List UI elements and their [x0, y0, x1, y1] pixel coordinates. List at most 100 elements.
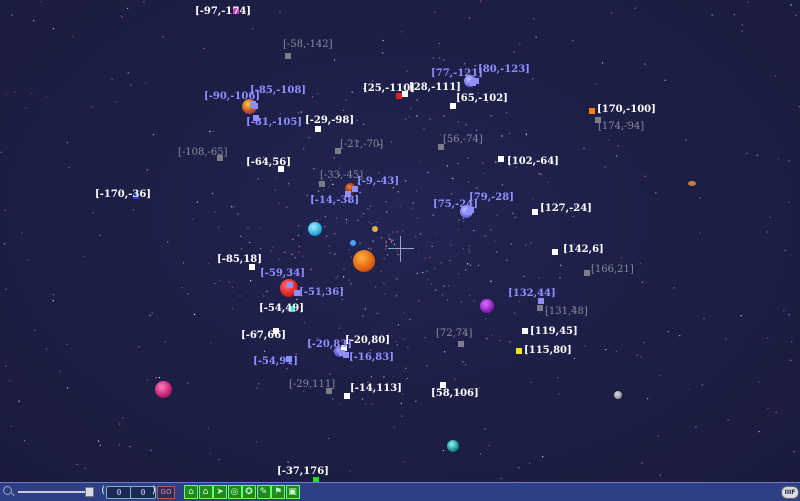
edit-tool-button[interactable]: ✎ [257, 485, 271, 499]
star-tool-button[interactable]: ✪ [242, 485, 256, 499]
options-button[interactable]: IIIF [781, 486, 799, 499]
zoom-slider-handle[interactable] [85, 487, 94, 497]
neutral-system-marker[interactable] [537, 305, 543, 311]
star-dot [385, 242, 386, 243]
planet-small-blue[interactable] [350, 240, 356, 246]
star-dot [536, 37, 537, 38]
planet-magenta[interactable] [155, 381, 172, 398]
star-dot [747, 1, 748, 2]
own-system-label[interactable]: [119,45] [530, 326, 578, 337]
ally-system-label[interactable]: [-9,-43] [357, 176, 399, 187]
own-system-label[interactable]: [142,6] [563, 244, 604, 255]
own-system-marker[interactable] [402, 91, 408, 97]
own-system-label[interactable]: [-85,18] [217, 254, 262, 265]
neutral-system-label[interactable]: [-33,-45] [320, 170, 363, 181]
star-dot [484, 173, 485, 174]
ally-system-marker[interactable] [468, 207, 474, 213]
ally-system-label[interactable]: [-59,34] [260, 268, 305, 279]
star-dot [454, 378, 455, 379]
neutral-system-label[interactable]: [174,-94] [598, 121, 644, 132]
own-system-label[interactable]: [-54,49] [259, 303, 304, 314]
own-system-label[interactable]: [58,106] [431, 388, 479, 399]
zoom-slider[interactable] [18, 491, 94, 493]
own-system-label[interactable]: [65,-102] [456, 93, 508, 104]
planet-small-gold[interactable] [372, 226, 378, 232]
neutral-system-marker[interactable] [285, 53, 291, 59]
ship-tool-button[interactable]: ➤ [213, 485, 227, 499]
own-system-label[interactable]: [28,-111] [409, 82, 461, 93]
planet-purple[interactable] [480, 299, 494, 313]
ally-system-label[interactable]: [-16,83] [349, 352, 394, 363]
own-system-marker[interactable] [532, 209, 538, 215]
ally-system-label[interactable]: [-14,-38] [310, 195, 359, 206]
planet-ringed[interactable] [688, 181, 696, 186]
neutral-system-label[interactable]: [56,-74] [443, 134, 483, 145]
box-tool-button[interactable]: ▣ [286, 485, 300, 499]
star-dot [31, 93, 32, 94]
own-system-label[interactable]: [102,-64] [507, 156, 559, 167]
own-system-label[interactable]: [170,-100] [597, 104, 656, 115]
neutral-system-label[interactable]: [-58,-142] [283, 39, 333, 50]
flag-tool-button[interactable]: ⚑ [271, 485, 285, 499]
star-dot [351, 283, 352, 284]
ally-system-label[interactable]: [80,-123] [478, 64, 530, 75]
own-system-label[interactable]: [127,-24] [540, 203, 592, 214]
own-system-marker[interactable] [522, 328, 528, 334]
go-button[interactable]: GO [157, 486, 175, 499]
neutral-system-marker[interactable] [319, 181, 325, 187]
neutral-system-marker[interactable] [458, 341, 464, 347]
star-dot [475, 65, 476, 66]
ring-tool-button[interactable]: ◎ [228, 485, 242, 499]
star-dot [194, 314, 195, 315]
neutral-system-label[interactable]: [-29,111] [289, 379, 335, 390]
star-dot [491, 335, 492, 336]
star-dot [485, 318, 486, 319]
own-system-label[interactable]: [-37,176] [277, 466, 329, 477]
own-system-label[interactable]: [-29,-98] [305, 115, 354, 126]
ally-system-label[interactable]: [-81,-105] [246, 117, 302, 128]
own-system-label[interactable]: [-67,66] [241, 330, 286, 341]
own-system-label[interactable]: [115,80] [524, 345, 572, 356]
own-system-marker[interactable] [552, 249, 558, 255]
ally-system-label[interactable]: [132,44] [508, 288, 556, 299]
own-system-marker[interactable] [498, 156, 504, 162]
ally-system-label[interactable]: [-20,83] [307, 339, 352, 350]
neutral-system-marker[interactable] [584, 270, 590, 276]
own-system-marker[interactable] [315, 126, 321, 132]
ally-system-label[interactable]: [-85,-108] [250, 85, 306, 96]
coord-x-input[interactable]: 0 [106, 486, 132, 499]
star-dot [734, 14, 735, 15]
neutral-system-label[interactable]: [166,21] [591, 264, 634, 275]
star-dot [434, 12, 435, 13]
star-dot [298, 225, 299, 226]
star-dot [574, 358, 575, 359]
own-system-marker[interactable] [589, 108, 595, 114]
star-dot [449, 260, 450, 261]
planet-cyan[interactable] [308, 222, 322, 236]
planet-orange[interactable] [353, 250, 375, 272]
ally-system-label[interactable]: [79,-28] [469, 192, 514, 203]
own-system-label[interactable]: [-170,-36] [95, 189, 151, 200]
ally-system-marker[interactable] [473, 78, 479, 84]
ally-system-marker[interactable] [252, 103, 258, 109]
home-tool-button[interactable]: ⌂ [184, 485, 198, 499]
ally-system-marker[interactable] [287, 282, 293, 288]
neutral-system-label[interactable]: [131,48] [545, 306, 588, 317]
own-system-marker[interactable] [516, 348, 522, 354]
own-system-label[interactable]: [-64,56] [246, 157, 291, 168]
galaxy-map[interactable]: [-97,-174][25,-110][28,-111][65,-102][17… [0, 0, 800, 482]
star-dot [203, 48, 204, 49]
ally-system-label[interactable]: [-54,91] [253, 356, 298, 367]
star-dot [299, 246, 300, 247]
star-dot [371, 223, 372, 224]
neutral-system-label[interactable]: [-108,-65] [178, 147, 228, 158]
neutral-system-label[interactable]: [72,74] [436, 328, 472, 339]
ally-system-label[interactable]: [-51,36] [299, 287, 344, 298]
star-dot [616, 156, 617, 157]
own-system-label[interactable]: [-97,-174] [195, 6, 251, 17]
planet-grey[interactable] [614, 391, 622, 399]
neutral-system-label[interactable]: [-21,-70] [340, 139, 383, 150]
planet-teal[interactable] [447, 440, 459, 452]
home-tool-button[interactable]: ⌂ [199, 485, 213, 499]
own-system-label[interactable]: [-14,113] [350, 383, 402, 394]
